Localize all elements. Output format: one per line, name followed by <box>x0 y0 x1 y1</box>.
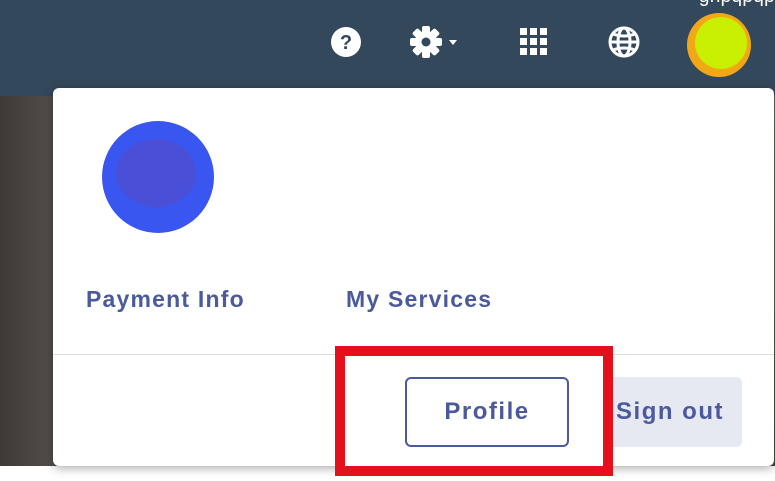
my-services-link[interactable]: My Services <box>346 286 492 313</box>
apps-grid-icon[interactable] <box>514 22 554 62</box>
svg-text:?: ? <box>340 32 352 54</box>
sign-out-button[interactable]: Sign out <box>603 377 742 447</box>
sign-out-label: Sign out <box>616 398 724 425</box>
profile-label: Profile <box>444 398 530 425</box>
payment-info-link[interactable]: Payment Info <box>86 286 245 313</box>
gear-icon[interactable] <box>405 22 465 62</box>
partial-header-text: gnpqpqp <box>699 0 775 8</box>
globe-icon[interactable] <box>604 22 644 62</box>
help-icon[interactable]: ? <box>326 22 366 62</box>
top-navigation-bar <box>0 0 775 96</box>
page-backdrop-edge <box>0 96 60 481</box>
chevron-down-icon <box>449 40 457 45</box>
profile-button[interactable]: Profile <box>405 377 569 447</box>
account-avatar <box>102 121 214 233</box>
user-avatar[interactable] <box>686 12 752 78</box>
annotation-highlight-edge <box>603 377 613 447</box>
